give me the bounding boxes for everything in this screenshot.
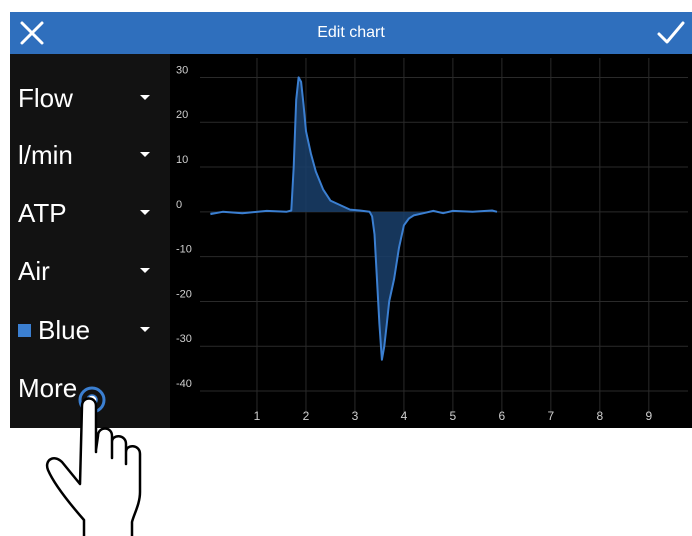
x-tick-label: 1	[254, 409, 261, 423]
dropdown-label: Blue	[38, 315, 91, 345]
x-tick-label: 8	[596, 409, 603, 423]
y-tick-label: 0	[176, 199, 182, 211]
y-tick-label: -30	[176, 333, 192, 345]
dropdown-unit[interactable]: l/min	[10, 135, 170, 175]
chart-panel[interactable]: 1 2 3 4 5 6 7 8 9 30 20 10 0 -10 -20 -30 -40	[170, 54, 692, 428]
y-tick-label: 30	[176, 64, 188, 76]
dropdown-color[interactable]: Blue	[10, 310, 170, 350]
dropdown-arrow-icon	[140, 210, 150, 215]
dropdown-medium[interactable]: Air	[10, 251, 170, 291]
color-swatch	[18, 324, 31, 337]
tap-gesture-icon	[45, 386, 142, 536]
flow-chart: 1 2 3 4 5 6 7 8 9 30 20 10 0 -10 -20 -30 -40	[176, 58, 688, 423]
y-tick-label: 20	[176, 109, 188, 121]
app-header: Edit chart	[10, 12, 692, 54]
y-tick-label: -10	[176, 244, 192, 256]
dropdown-arrow-icon	[140, 95, 150, 100]
dropdown-parameter[interactable]: Flow	[10, 78, 170, 118]
x-tick-label: 7	[548, 409, 555, 423]
chart-settings-sidebar: Flow l/min ATP Air Blue More	[10, 54, 170, 428]
x-tick-label: 4	[401, 409, 408, 423]
series-line	[210, 76, 498, 361]
page-title: Edit chart	[317, 24, 385, 41]
check-icon[interactable]	[656, 18, 686, 48]
x-tick-label: 3	[352, 409, 359, 423]
x-tick-label: 9	[645, 409, 652, 423]
x-tick-label: 2	[303, 409, 310, 423]
dropdown-arrow-icon	[140, 268, 150, 273]
x-tick-label: 5	[450, 409, 457, 423]
dropdown-arrow-icon	[140, 327, 150, 332]
dropdown-label: Air	[18, 256, 50, 286]
dropdown-label: ATP	[18, 198, 67, 228]
dropdown-label: Flow	[18, 83, 73, 113]
y-tick-label: 10	[176, 154, 188, 166]
dropdown-condition[interactable]: ATP	[10, 193, 170, 233]
y-tick-label: -20	[176, 288, 192, 300]
series-area	[210, 77, 497, 360]
dropdown-label: l/min	[18, 140, 73, 170]
x-tick-label: 6	[499, 409, 506, 423]
y-tick-label: -40	[176, 378, 192, 390]
dropdown-arrow-icon	[140, 152, 150, 157]
